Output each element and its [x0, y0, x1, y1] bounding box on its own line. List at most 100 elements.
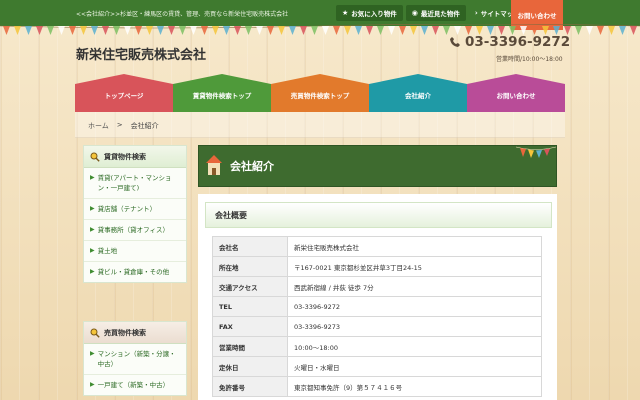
rental-search-box: 賃貸物件検索 ▶ 賃貸(アパート・マンション・一戸建て) ▶ 貸店舗（テナント）… [83, 145, 187, 284]
bunting-flag [366, 26, 373, 35]
bunting-flag [102, 26, 109, 35]
sale-search-box: 売買物件検索 ▶ マンション（新築・分譲・中古） ▶ 一戸建て（新築・中古） [83, 321, 187, 397]
search-icon [90, 152, 100, 162]
rental-search-header: 賃貸物件検索 [84, 146, 186, 168]
bunting-flag [113, 26, 120, 35]
info-key: FAX [212, 316, 288, 337]
bunting-flag [432, 26, 439, 35]
table-row: 交通アクセス 西武新宿線 / 井荻 徒歩 7分 [212, 276, 542, 297]
house-icon [206, 155, 222, 175]
bunting-flag [36, 26, 43, 35]
nav-rental-search-label: 賃貸物件検索トップ [192, 92, 252, 100]
bunting-flag [212, 26, 219, 35]
rental-search-title: 賃貸物件検索 [104, 152, 146, 161]
bunting-flag [58, 26, 65, 35]
info-value: 〒167-0021 東京都杉並区井草3丁目24-15 [287, 256, 542, 277]
table-row: 所在地 〒167-0021 東京都杉並区井草3丁目24-15 [212, 256, 542, 277]
info-value: 新栄住宅販売株式会社 [287, 236, 542, 257]
bunting-flag [146, 26, 153, 35]
search-icon [90, 328, 100, 338]
sidebar-item-rental-office[interactable]: ▶ 貸事務所（貸オフィス） [84, 220, 186, 242]
breadcrumb-home[interactable]: ホーム [88, 121, 109, 131]
nav-contact[interactable]: お問い合わせ [467, 74, 565, 112]
sidebar-item-label: マンション（新築・分譲・中古） [97, 350, 176, 369]
table-row: FAX 03-3396-9273 [212, 316, 542, 337]
bunting-flag [190, 26, 197, 35]
bunting-flag [630, 26, 637, 35]
main-nav: トップページ 賃貸物件検索トップ 売買物件検索トップ 会社紹介 お問い合わせ [75, 74, 565, 112]
bunting-flag [608, 26, 615, 35]
bunting-flag [91, 26, 98, 35]
site-title[interactable]: 新栄住宅販売株式会社 [76, 44, 206, 63]
info-key: TEL [212, 296, 288, 317]
chevron-right-icon: ▶ [90, 174, 95, 181]
table-row: 免許番号 東京都知事免許（9）第５７４１６号 [212, 376, 542, 397]
bunting-flag [575, 26, 582, 35]
site-tagline: <<会社紹介>>杉並区・練馬区の賃貸、管理、売買なら新栄住宅販売株式会社 [76, 11, 289, 18]
sidebar-item-label: 貸事務所（貸オフィス） [97, 226, 169, 235]
sale-search-header: 売買物件検索 [84, 322, 186, 344]
info-value: 03-3396-9273 [287, 316, 542, 337]
nav-rental-search[interactable]: 賃貸物件検索トップ [173, 74, 271, 112]
bunting-flag [234, 26, 241, 35]
info-value: 03-3396-9272 [287, 296, 542, 317]
sidebar-item-label: 貸店舗（テナント） [97, 205, 157, 214]
sidebar-item-rental-other[interactable]: ▶ 貸ビル・貸倉庫・その他 [84, 262, 186, 283]
table-row: 会社名 新栄住宅販売株式会社 [212, 236, 542, 257]
section-header: 会社概要 [205, 202, 552, 228]
sidebar-item-label: 一戸建て（新築・中古） [97, 381, 170, 390]
star-icon: ★ [342, 9, 349, 17]
business-hours: 営業時間/10:00～18:00 [496, 56, 563, 63]
bunting-flag [157, 26, 164, 35]
top-links: ★ お気に入り物件 ◉ 最近見た物件 › サイトマップ [336, 5, 526, 21]
table-row: 営業時間 10:00～18:00 [212, 336, 542, 357]
bunting-flag [355, 26, 362, 35]
bunting-flag [278, 26, 285, 35]
favorites-link[interactable]: ★ お気に入り物件 [336, 5, 403, 21]
info-key: 免許番号 [212, 376, 288, 397]
chevron-right-icon: ▶ [90, 350, 95, 357]
phone-number: 03-3396-9272 [449, 34, 570, 50]
bunting-flag [322, 26, 329, 35]
favorites-label: お気に入り物件 [351, 10, 397, 18]
info-value: 西武新宿線 / 井荻 徒歩 7分 [287, 276, 542, 297]
bunting-flag [124, 26, 131, 35]
nav-sale-search-label: 売買物件検索トップ [290, 92, 350, 100]
bunting-flag [168, 26, 175, 35]
sidebar-item-rental-residential[interactable]: ▶ 賃貸(アパート・マンション・一戸建て) [84, 168, 186, 200]
page-title: 会社紹介 [230, 160, 274, 173]
nav-sale-search[interactable]: 売買物件検索トップ [271, 74, 369, 112]
section-title: 会社概要 [215, 211, 247, 220]
nav-contact-label: お問い合わせ [496, 92, 536, 100]
nav-company[interactable]: 会社紹介 [369, 74, 467, 112]
info-key: 定休日 [212, 356, 288, 377]
sidebar-item-sale-condo[interactable]: ▶ マンション（新築・分譲・中古） [84, 344, 186, 376]
bunting-flag [256, 26, 263, 35]
chevron-right-icon: ▶ [90, 381, 95, 389]
breadcrumb-separator: > [116, 121, 123, 129]
chevron-right-icon: ▶ [90, 226, 95, 234]
bunting-flag [289, 26, 296, 35]
company-info-table: 会社名 新栄住宅販売株式会社 所在地 〒167-0021 東京都杉並区井草3丁目24-… [212, 236, 542, 397]
info-key: 所在地 [212, 256, 288, 277]
bunting-flag [223, 26, 230, 35]
bunting-flag [410, 26, 417, 35]
bunting-flag [399, 26, 406, 35]
bunting-flag [333, 26, 340, 35]
sidebar-item-rental-land[interactable]: ▶ 貸土地 [84, 241, 186, 263]
sidebar-item-rental-store[interactable]: ▶ 貸店舗（テナント） [84, 199, 186, 221]
bunting-flag [80, 26, 87, 35]
bunting-flag [597, 26, 604, 35]
recently-viewed-link[interactable]: ◉ 最近見た物件 [405, 5, 466, 21]
bunting-flag [14, 26, 21, 35]
nav-home[interactable]: トップページ [75, 74, 173, 112]
bunting-flag [179, 26, 186, 35]
bunting-flag [619, 26, 626, 35]
sidebar-item-sale-house[interactable]: ▶ 一戸建て（新築・中古） [84, 375, 186, 396]
bunting-flag [25, 26, 32, 35]
breadcrumb: ホーム > 会社紹介 [88, 121, 159, 131]
bunting-flag [3, 26, 10, 35]
chevron-right-icon: › [474, 9, 478, 17]
info-key: 会社名 [212, 236, 288, 257]
nav-company-label: 会社紹介 [405, 92, 431, 100]
